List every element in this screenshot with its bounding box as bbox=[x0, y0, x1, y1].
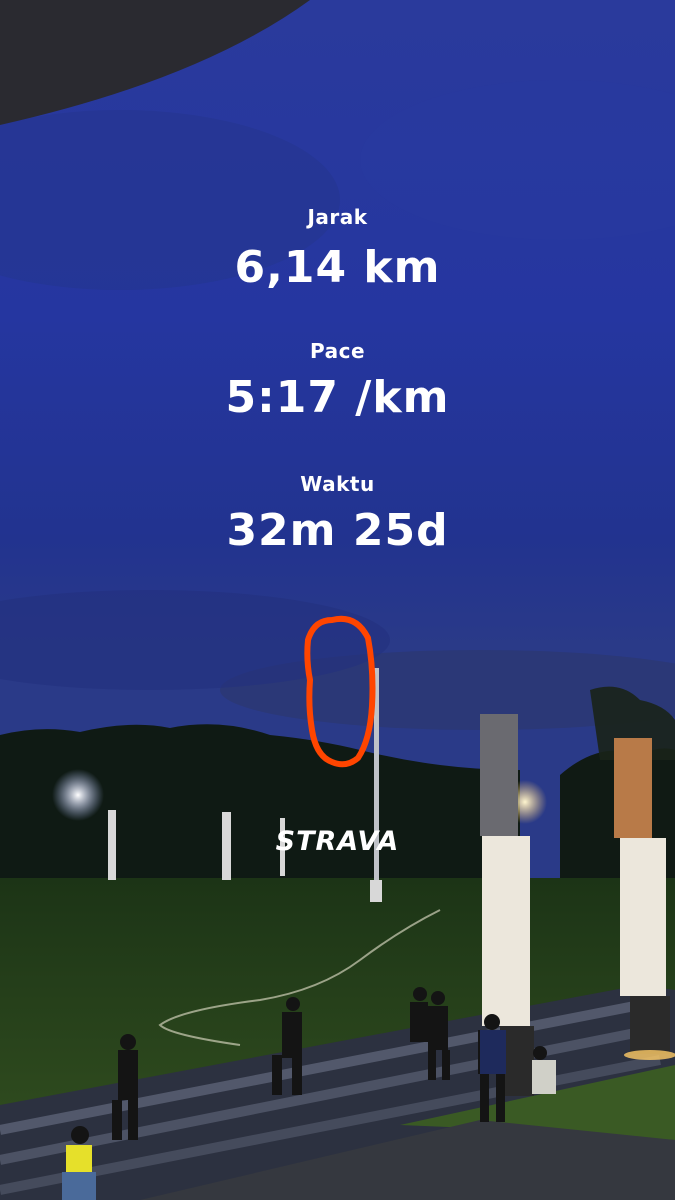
route-line bbox=[304, 615, 376, 768]
time-value: 32m 25d bbox=[226, 505, 449, 556]
distance-label: Jarak bbox=[307, 205, 368, 229]
route-map bbox=[304, 615, 376, 768]
time-label: Waktu bbox=[300, 472, 375, 496]
strava-logo: STRAVA bbox=[275, 826, 400, 857]
distance-value: 6,14 km bbox=[234, 242, 441, 293]
pace-value: 5:17 /km bbox=[225, 372, 450, 423]
background-photo bbox=[0, 0, 675, 1200]
pace-label: Pace bbox=[309, 339, 366, 363]
